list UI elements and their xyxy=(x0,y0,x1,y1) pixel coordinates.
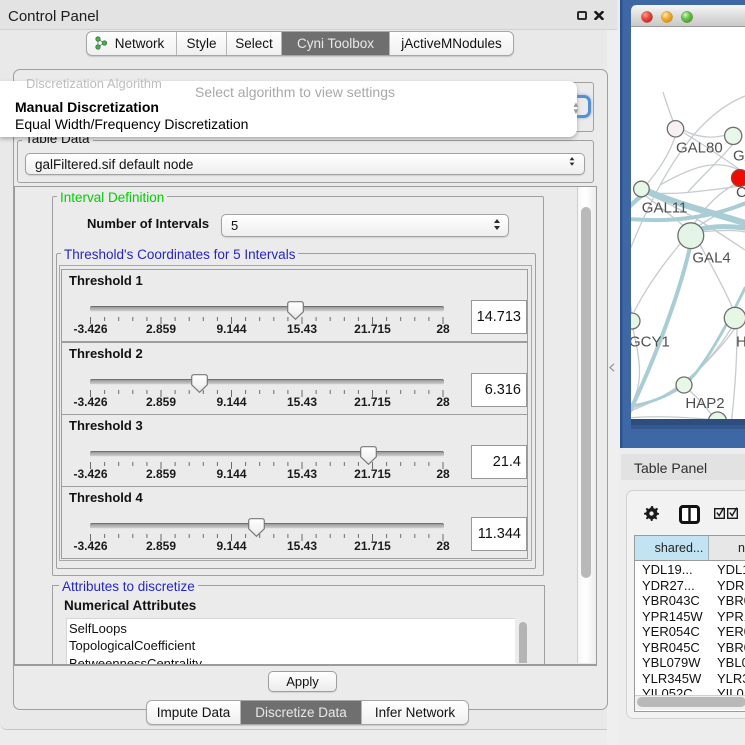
svg-text:H: H xyxy=(736,334,745,351)
svg-text:GAL4: GAL4 xyxy=(692,250,730,267)
svg-text:GAL80: GAL80 xyxy=(676,140,723,157)
svg-text:GAL11: GAL11 xyxy=(642,200,688,217)
svg-text:HAP2: HAP2 xyxy=(685,395,724,412)
svg-text:GCY1: GCY1 xyxy=(629,334,670,351)
svg-text:C: C xyxy=(736,184,745,201)
svg-text:GA: GA xyxy=(733,148,745,165)
